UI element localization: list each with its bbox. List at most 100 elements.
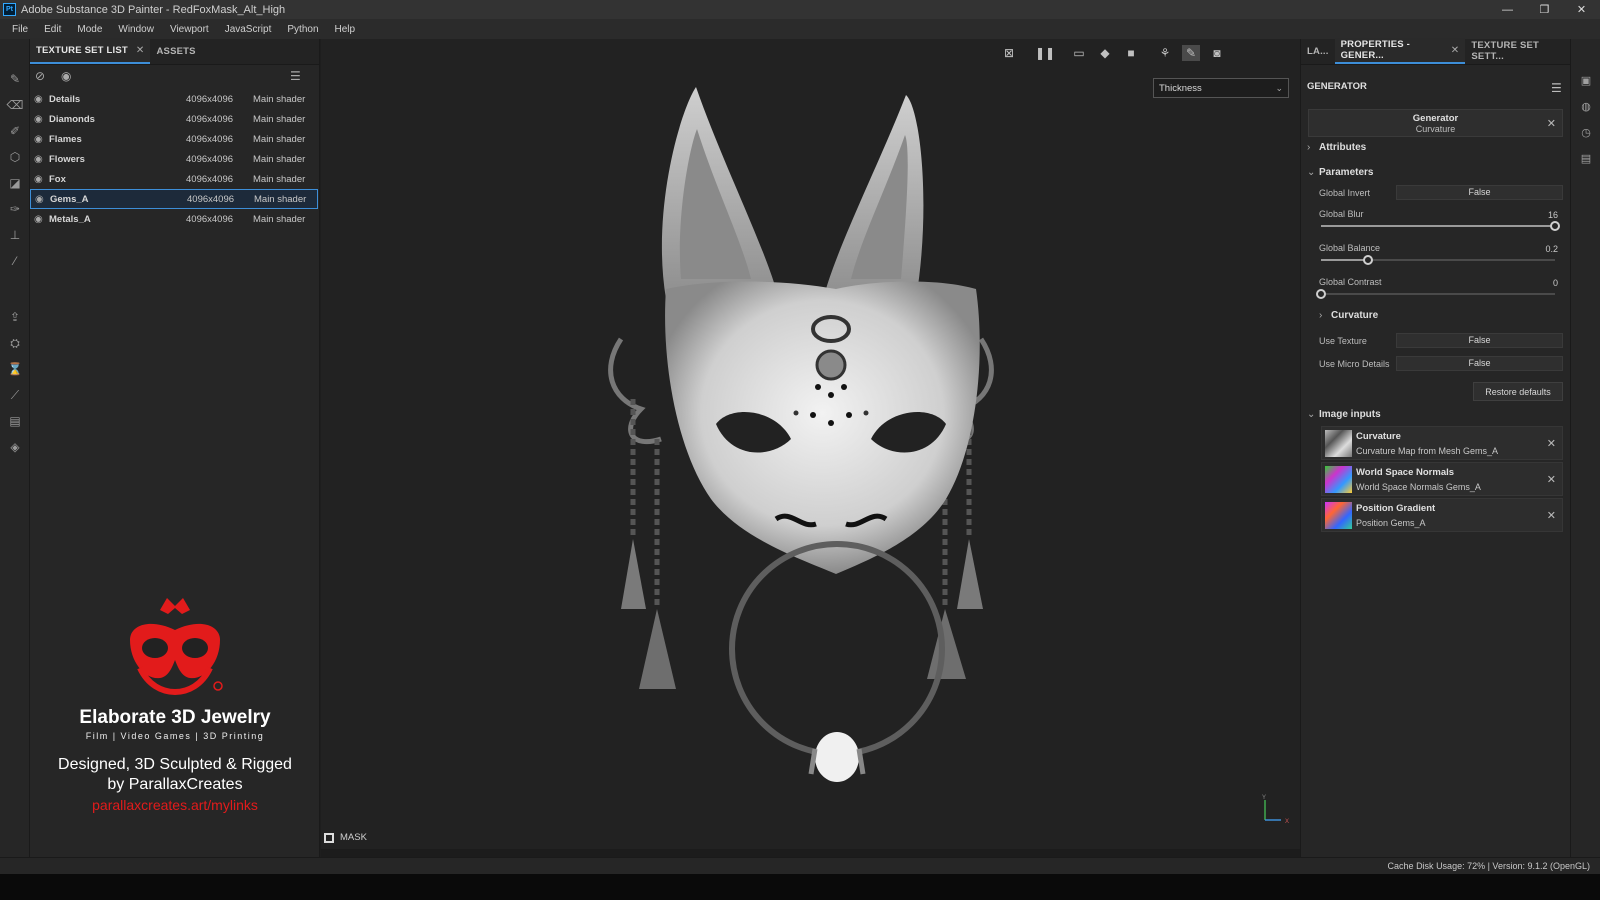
texture-set-resolution[interactable]: 4096x4096 bbox=[186, 174, 233, 185]
document-icon[interactable]: ▤ bbox=[7, 413, 23, 429]
texture-set-resolution[interactable]: 4096x4096 bbox=[186, 134, 233, 145]
global-blur-value[interactable]: 16 bbox=[1548, 210, 1558, 220]
mask-checkbox[interactable] bbox=[324, 832, 334, 843]
texture-set-row[interactable]: ◉ Fox 4096x4096 Main shader bbox=[30, 169, 318, 189]
menu-python[interactable]: Python bbox=[279, 24, 326, 35]
polygon-fill-icon[interactable]: ◪ bbox=[7, 175, 23, 191]
use-texture-field[interactable]: False bbox=[1396, 333, 1563, 348]
3d-viewport[interactable]: ⊠ ❚❚ ▭ ◆ ■ ⚘ ✎ ◙ Thickness ⌄ Y X MASK bbox=[321, 39, 1300, 857]
restore-defaults-button[interactable]: Restore defaults bbox=[1473, 382, 1563, 401]
close-icon[interactable]: ✕ bbox=[1451, 45, 1460, 56]
menu-file[interactable]: File bbox=[4, 24, 36, 35]
clone-stamp-icon[interactable]: ⊥ bbox=[7, 227, 23, 243]
texture-set-shader[interactable]: Main shader bbox=[253, 154, 305, 165]
global-blur-slider[interactable] bbox=[1321, 221, 1560, 231]
texture-set-row[interactable]: ◉ Diamonds 4096x4096 Main shader bbox=[30, 109, 318, 129]
menu-javascript[interactable]: JavaScript bbox=[217, 24, 280, 35]
close-icon[interactable]: ✕ bbox=[1547, 117, 1556, 130]
texture-set-row[interactable]: ◉ Flames 4096x4096 Main shader bbox=[30, 129, 318, 149]
mask-toggle[interactable]: MASK bbox=[324, 832, 367, 843]
slider-handle[interactable] bbox=[1316, 289, 1326, 299]
hourglass-icon[interactable]: ⌛ bbox=[7, 361, 23, 377]
global-contrast-value[interactable]: 0 bbox=[1553, 278, 1558, 288]
history-icon[interactable]: ◷ bbox=[1579, 125, 1593, 139]
restore-button[interactable]: ❐ bbox=[1526, 0, 1563, 19]
eye-icon[interactable]: ◉ bbox=[34, 114, 43, 125]
bake-icon[interactable]: ⛭ bbox=[7, 335, 23, 351]
eye-icon[interactable]: ◉ bbox=[35, 194, 44, 205]
menu-viewport[interactable]: Viewport bbox=[162, 24, 217, 35]
texture-thumbnail[interactable] bbox=[1325, 430, 1352, 457]
texture-set-shader[interactable]: Main shader bbox=[253, 174, 305, 185]
global-balance-slider[interactable] bbox=[1321, 255, 1555, 265]
texture-set-shader[interactable]: Main shader bbox=[253, 114, 305, 125]
curvature-section[interactable]: › Curvature bbox=[1319, 310, 1378, 321]
tab-texture-set-list[interactable]: TEXTURE SET LIST ✕ bbox=[30, 38, 151, 64]
texture-set-row[interactable]: ◉ Metals_A 4096x4096 Main shader bbox=[30, 209, 318, 229]
3d-box-icon[interactable]: ◈ bbox=[7, 439, 23, 455]
texture-set-row[interactable]: ◉ Details 4096x4096 Main shader bbox=[30, 89, 318, 109]
color-picker-icon[interactable]: ⁄ bbox=[7, 253, 23, 269]
promo-link[interactable]: parallaxcreates.art/mylinks bbox=[30, 797, 320, 813]
texture-set-shader[interactable]: Main shader bbox=[254, 194, 306, 205]
eye-icon[interactable]: ◉ bbox=[34, 214, 43, 225]
log-icon[interactable]: ▤ bbox=[1579, 151, 1593, 165]
close-icon[interactable]: ✕ bbox=[136, 45, 145, 56]
close-icon[interactable]: ✕ bbox=[1547, 437, 1556, 450]
shader-settings-icon[interactable]: ◍ bbox=[1579, 99, 1593, 113]
texture-set-resolution[interactable]: 4096x4096 bbox=[186, 214, 233, 225]
geometry-fill-icon[interactable]: ⬡ bbox=[7, 149, 23, 165]
tab-properties-generator[interactable]: PROPERTIES - GENER... ✕ bbox=[1334, 38, 1466, 64]
eye-icon[interactable]: ◉ bbox=[34, 154, 43, 165]
close-window-button[interactable]: ✕ bbox=[1563, 0, 1600, 19]
menu-mode[interactable]: Mode bbox=[69, 24, 110, 35]
tab-assets[interactable]: ASSETS bbox=[150, 38, 201, 64]
parameters-section[interactable]: ⌄ Parameters bbox=[1307, 167, 1373, 178]
texture-set-shader[interactable]: Main shader bbox=[253, 214, 305, 225]
texture-set-resolution[interactable]: 4096x4096 bbox=[186, 154, 233, 165]
global-balance-value[interactable]: 0.2 bbox=[1545, 244, 1558, 254]
paint-brush-icon[interactable]: ✎ bbox=[7, 71, 23, 87]
close-icon[interactable]: ✕ bbox=[1547, 509, 1556, 522]
texture-set-shader[interactable]: Main shader bbox=[253, 134, 305, 145]
eye-icon[interactable]: ◉ bbox=[34, 174, 43, 185]
menu-icon[interactable]: ☰ bbox=[290, 69, 301, 83]
texture-set-resolution[interactable]: 4096x4096 bbox=[187, 194, 234, 205]
slider-handle[interactable] bbox=[1362, 255, 1373, 265]
attributes-section[interactable]: › Attributes bbox=[1307, 142, 1366, 153]
global-invert-field[interactable]: False bbox=[1396, 185, 1563, 200]
eye-icon[interactable]: ◉ bbox=[34, 94, 43, 105]
use-micro-details-field[interactable]: False bbox=[1396, 356, 1563, 371]
display-settings-icon[interactable]: ▣ bbox=[1579, 73, 1593, 87]
texture-set-resolution[interactable]: 4096x4096 bbox=[186, 94, 233, 105]
menu-help[interactable]: Help bbox=[327, 24, 364, 35]
slider-handle[interactable] bbox=[1550, 221, 1560, 231]
menu-edit[interactable]: Edit bbox=[36, 24, 69, 35]
eye-icon[interactable]: ◉ bbox=[34, 134, 43, 145]
minimize-button[interactable]: — bbox=[1489, 0, 1526, 19]
menu-icon[interactable]: ☰ bbox=[1551, 81, 1562, 95]
measure-icon[interactable]: ⟋ bbox=[7, 387, 23, 403]
export-icon[interactable]: ⇪ bbox=[7, 309, 23, 325]
projection-icon[interactable]: ✐ bbox=[7, 123, 23, 139]
image-input-slot[interactable]: Position Gradient Position Gems_A ✕ bbox=[1321, 498, 1563, 532]
texture-set-row[interactable]: ◉ Flowers 4096x4096 Main shader bbox=[30, 149, 318, 169]
menu-window[interactable]: Window bbox=[110, 24, 162, 35]
texture-set-resolution[interactable]: 4096x4096 bbox=[186, 114, 233, 125]
texture-thumbnail[interactable] bbox=[1325, 466, 1352, 493]
tab-texture-set-settings[interactable]: TEXTURE SET SETT... bbox=[1465, 38, 1570, 64]
image-inputs-section[interactable]: ⌄ Image inputs bbox=[1307, 409, 1381, 420]
texture-thumbnail[interactable] bbox=[1325, 502, 1352, 529]
viewport-scrollbar[interactable] bbox=[321, 849, 1300, 857]
texture-set-row[interactable]: ◉ Gems_A 4096x4096 Main shader bbox=[30, 189, 318, 209]
image-input-slot[interactable]: World Space Normals World Space Normals G… bbox=[1321, 462, 1563, 496]
close-icon[interactable]: ✕ bbox=[1547, 473, 1556, 486]
global-contrast-slider[interactable] bbox=[1316, 289, 1555, 299]
tab-layers[interactable]: LA... bbox=[1301, 38, 1335, 64]
eraser-icon[interactable]: ⌫ bbox=[7, 97, 24, 113]
eye-icon[interactable]: ◉ bbox=[61, 69, 71, 83]
generator-selector[interactable]: Generator Curvature ✕ bbox=[1308, 109, 1563, 137]
texture-set-shader[interactable]: Main shader bbox=[253, 94, 305, 105]
visibility-toggle-icon[interactable]: ⊘ bbox=[35, 69, 45, 83]
image-input-slot[interactable]: Curvature Curvature Map from Mesh Gems_A ✕ bbox=[1321, 426, 1563, 460]
